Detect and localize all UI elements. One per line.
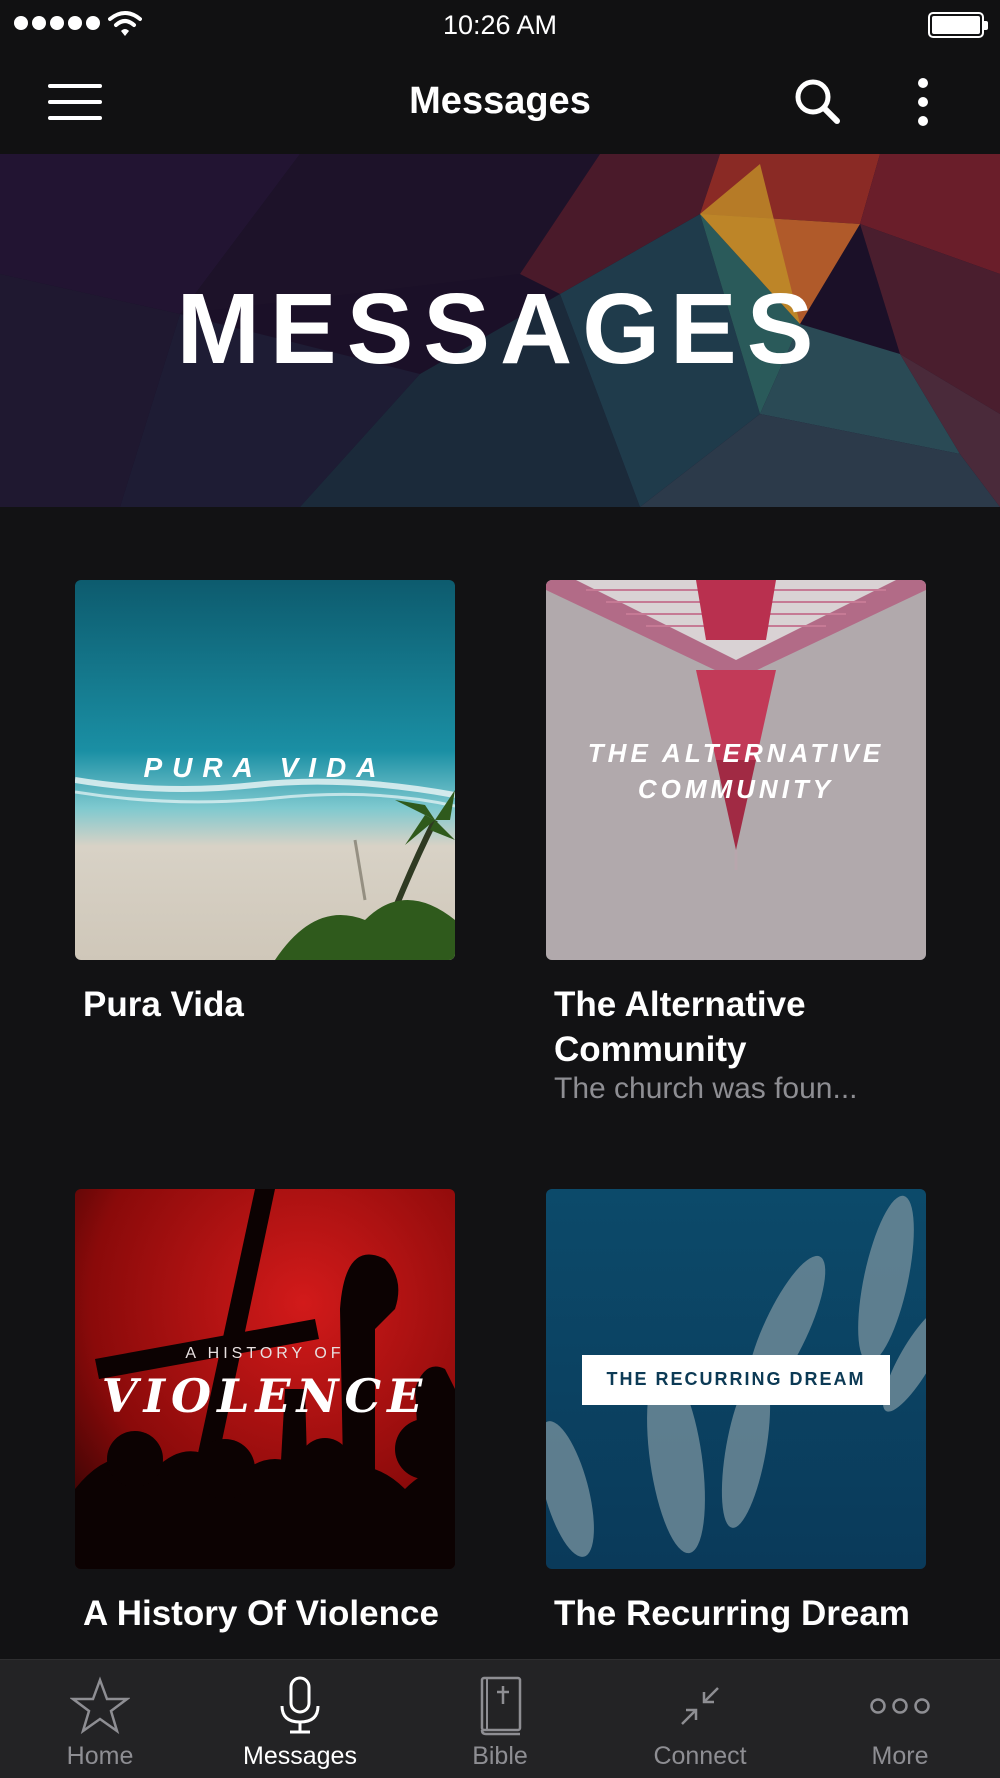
connect-arrows-icon	[681, 1687, 719, 1725]
tab-label: Bible	[472, 1742, 528, 1770]
tab-home[interactable]: Home	[0, 1660, 200, 1778]
tab-messages[interactable]: Messages	[200, 1660, 400, 1778]
bible-icon	[480, 1676, 522, 1736]
artwork-title-line-2: VIOLENCE	[101, 1369, 429, 1423]
artwork-title: THE RECURRING DREAM	[606, 1369, 866, 1389]
series-subtitle: The church was foun...	[554, 1072, 858, 1105]
nav-bar: Messages	[0, 50, 1000, 154]
series-title[interactable]: The Recurring Dream	[554, 1591, 926, 1636]
more-dots-icon	[870, 1698, 930, 1714]
series-title[interactable]: Pura Vida	[83, 982, 455, 1027]
artwork-title-line-1: A HISTORY OF	[185, 1345, 345, 1362]
series-artwork[interactable]: THE RECURRING DREAM	[546, 1189, 926, 1569]
artwork-title-line-2: COMMUNITY	[637, 774, 835, 804]
series-artwork[interactable]: A HISTORY OF VIOLENCE	[75, 1189, 455, 1569]
series-title[interactable]: The Alternative Community	[554, 982, 926, 1072]
series-artwork[interactable]: PURA VIDA	[75, 580, 455, 960]
tab-label: Messages	[243, 1742, 357, 1770]
microphone-icon	[280, 1676, 320, 1734]
series-artwork[interactable]: THE ALTERNATIVE COMMUNITY	[546, 580, 926, 960]
tab-more[interactable]: More	[800, 1660, 1000, 1778]
artwork-title: PURA VIDA	[143, 752, 387, 783]
tab-connect[interactable]: Connect	[600, 1660, 800, 1778]
battery-icon	[928, 12, 988, 38]
messages-banner: MESSAGES	[0, 154, 1000, 507]
status-time: 10:26 AM	[442, 10, 558, 40]
page-title: Messages	[409, 80, 591, 122]
tab-bible[interactable]: Bible	[400, 1660, 600, 1778]
status-bar: 10:26 AM	[0, 0, 1000, 50]
search-icon[interactable]	[792, 76, 842, 126]
vertical-ellipsis-icon[interactable]	[906, 74, 940, 130]
tab-label: Home	[66, 1742, 134, 1770]
tab-label: Connect	[653, 1742, 747, 1770]
banner-title: MESSAGES	[176, 273, 824, 385]
tab-label: More	[871, 1742, 929, 1770]
tab-bar: Home Messages Bible Connect More	[0, 1659, 1000, 1778]
artwork-title-line-1: THE ALTERNATIVE	[587, 738, 885, 768]
star-icon	[70, 1676, 130, 1735]
series-title[interactable]: A History Of Violence	[83, 1591, 455, 1636]
